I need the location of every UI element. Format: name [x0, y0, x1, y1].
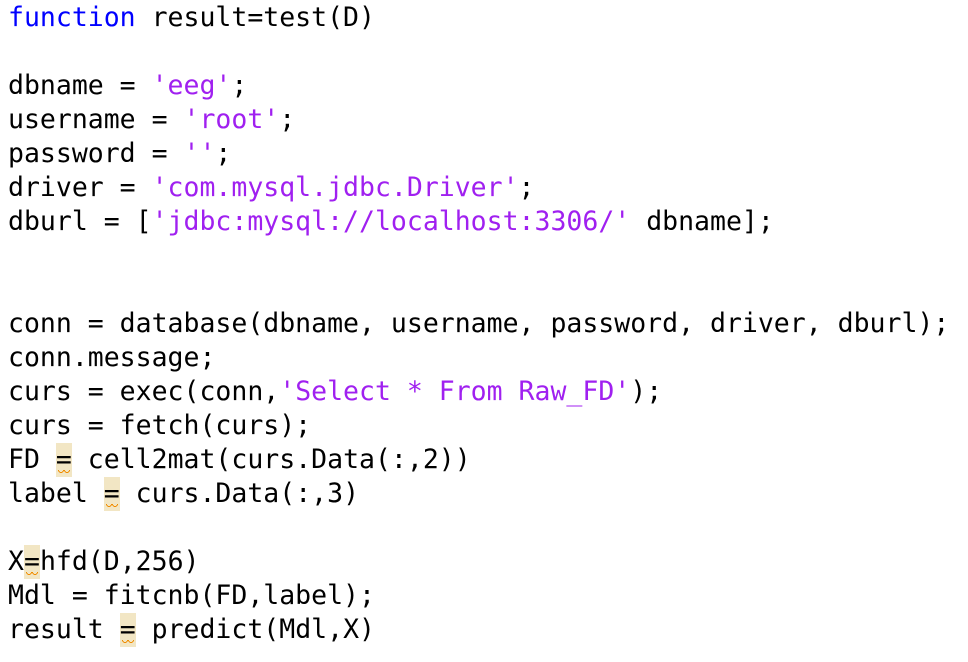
- code-text: curs = fetch(curs);: [8, 410, 312, 441]
- code-line[interactable]: Mdl = fitcnb(FD,label);: [0, 579, 968, 613]
- code-text: result: [8, 614, 120, 645]
- string-token: '': [183, 138, 216, 169]
- code-line[interactable]: conn = database(dbname, username, passwo…: [0, 307, 968, 341]
- code-text: result=test(D): [135, 2, 375, 33]
- code-text: predict(Mdl,X): [135, 614, 375, 645]
- code-text: dbname];: [630, 206, 774, 237]
- string-token: 'Select * From Raw_FD': [279, 376, 631, 407]
- code-line[interactable]: FD = cell2mat(curs.Data(:,2)): [0, 443, 968, 477]
- warning-operator[interactable]: =: [119, 613, 136, 647]
- code-text: ;: [518, 172, 535, 203]
- code-text: X: [8, 546, 24, 577]
- code-text: hfd(D,256): [39, 546, 200, 577]
- string-token: 'root': [183, 104, 280, 135]
- code-text: cell2mat(curs.Data(:,2)): [71, 444, 471, 475]
- string-token: 'com.mysql.jdbc.Driver': [151, 172, 519, 203]
- code-text: );: [630, 376, 663, 407]
- string-token: 'jdbc:mysql://localhost:3306/': [151, 206, 631, 237]
- code-line[interactable]: [0, 273, 968, 307]
- code-line[interactable]: conn.message;: [0, 341, 968, 375]
- code-text: FD: [8, 444, 56, 475]
- code-text: curs.Data(:,3): [119, 478, 360, 509]
- code-editor[interactable]: function result=test(D) dbname = 'eeg'; us…: [0, 0, 968, 662]
- code-text: password =: [8, 138, 184, 169]
- code-text: username =: [8, 104, 184, 135]
- code-line[interactable]: [0, 35, 968, 69]
- code-line[interactable]: curs = fetch(curs);: [0, 409, 968, 443]
- keyword-token: function: [8, 2, 136, 33]
- code-line[interactable]: driver = 'com.mysql.jdbc.Driver';: [0, 171, 968, 205]
- code-text: label: [8, 478, 104, 509]
- code-line[interactable]: [0, 511, 968, 545]
- code-line[interactable]: dbname = 'eeg';: [0, 69, 968, 103]
- code-line[interactable]: label = curs.Data(:,3): [0, 477, 968, 511]
- code-text: conn = database(dbname, username, passwo…: [8, 308, 950, 339]
- string-token: 'eeg': [151, 70, 232, 101]
- code-text: ;: [279, 104, 296, 135]
- code-line[interactable]: function result=test(D): [0, 1, 968, 35]
- code-text: ;: [215, 138, 232, 169]
- code-text: curs = exec(conn,: [8, 376, 280, 407]
- code-text: Mdl = fitcnb(FD,label);: [8, 580, 375, 611]
- code-line[interactable]: X=hfd(D,256): [0, 545, 968, 579]
- code-line[interactable]: username = 'root';: [0, 103, 968, 137]
- warning-operator[interactable]: =: [23, 545, 40, 579]
- code-line[interactable]: result = predict(Mdl,X): [0, 613, 968, 647]
- code-line[interactable]: curs = exec(conn,'Select * From Raw_FD')…: [0, 375, 968, 409]
- warning-operator[interactable]: =: [55, 443, 72, 477]
- code-line[interactable]: [0, 239, 968, 273]
- code-text: dbname =: [8, 70, 152, 101]
- code-text: dburl = [: [8, 206, 152, 237]
- code-line[interactable]: password = '';: [0, 137, 968, 171]
- code-text: driver =: [8, 172, 152, 203]
- code-text: conn.message;: [8, 342, 216, 373]
- warning-operator[interactable]: =: [103, 477, 120, 511]
- code-text: ;: [231, 70, 248, 101]
- code-line[interactable]: dburl = ['jdbc:mysql://localhost:3306/' …: [0, 205, 968, 239]
